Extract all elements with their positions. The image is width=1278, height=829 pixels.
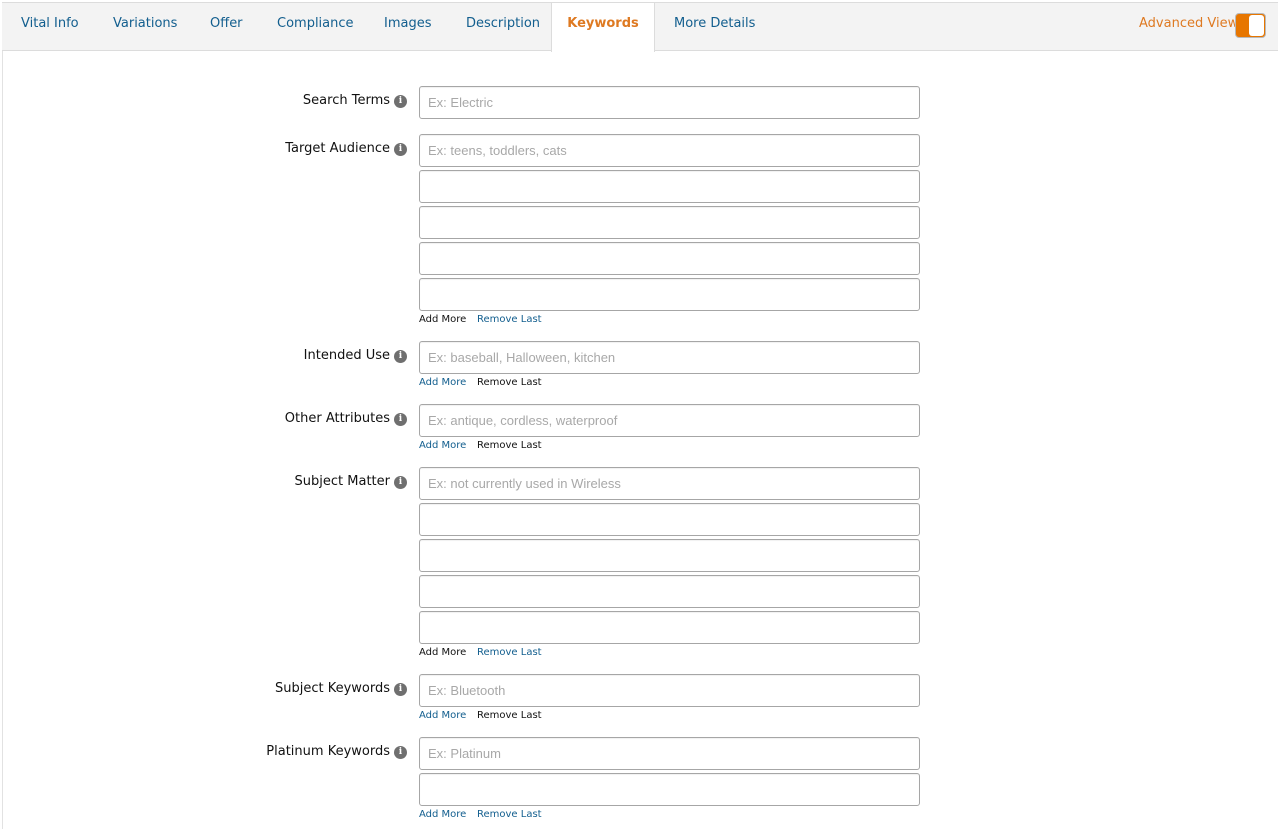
platinum-keywords-label: Platinum Keywords <box>266 744 390 759</box>
subject-matter-input-5[interactable] <box>419 611 920 644</box>
search-terms-label: Search Terms <box>302 93 390 108</box>
intended-use-remove-last[interactable]: Remove Last <box>477 376 542 390</box>
other-attributes-add-more[interactable]: Add More <box>419 439 466 453</box>
other-attributes-remove-last[interactable]: Remove Last <box>477 439 542 453</box>
advanced-view-toggle[interactable] <box>1235 13 1266 38</box>
target-audience-remove-last[interactable]: Remove Last <box>477 313 542 327</box>
subject-keywords-label: Subject Keywords <box>274 681 390 696</box>
tab-variations[interactable]: Variations <box>113 3 177 51</box>
target-audience-input-2[interactable] <box>419 170 920 203</box>
tab-description[interactable]: Description <box>466 3 540 51</box>
subject-keywords-add-more[interactable]: Add More <box>419 709 466 723</box>
subject-matter-add-more[interactable]: Add More <box>419 646 466 660</box>
info-icon[interactable]: i <box>394 746 407 759</box>
tab-bar: Vital Info Variations Offer Compliance I… <box>2 2 1278 52</box>
subject-matter-input-4[interactable] <box>419 575 920 608</box>
intended-use-label: Intended Use <box>303 348 390 363</box>
advanced-view-label: Advanced View <box>1139 16 1239 31</box>
toggle-knob <box>1249 15 1264 36</box>
content-border <box>2 51 3 829</box>
target-audience-input-3[interactable] <box>419 206 920 239</box>
subject-keywords-input[interactable] <box>419 674 920 707</box>
subject-matter-label: Subject Matter <box>294 474 390 489</box>
target-audience-label: Target Audience <box>285 141 390 156</box>
intended-use-add-more[interactable]: Add More <box>419 376 466 390</box>
intended-use-input[interactable] <box>419 341 920 374</box>
tab-keywords[interactable]: Keywords <box>551 3 655 52</box>
subject-matter-remove-last[interactable]: Remove Last <box>477 646 542 660</box>
info-icon[interactable]: i <box>394 683 407 696</box>
tab-compliance[interactable]: Compliance <box>277 3 354 51</box>
subject-matter-input-2[interactable] <box>419 503 920 536</box>
other-attributes-input[interactable] <box>419 404 920 437</box>
target-audience-input-5[interactable] <box>419 278 920 311</box>
info-icon[interactable]: i <box>394 413 407 426</box>
search-terms-input[interactable] <box>419 86 920 119</box>
other-attributes-label: Other Attributes <box>284 411 390 426</box>
tab-vital-info[interactable]: Vital Info <box>21 3 79 51</box>
subject-matter-input-3[interactable] <box>419 539 920 572</box>
keywords-page: Vital Info Variations Offer Compliance I… <box>0 0 1278 829</box>
info-icon[interactable]: i <box>394 143 407 156</box>
info-icon[interactable]: i <box>394 350 407 363</box>
platinum-keywords-input-2[interactable] <box>419 773 920 806</box>
target-audience-add-more[interactable]: Add More <box>419 313 466 327</box>
tab-images[interactable]: Images <box>384 3 432 51</box>
info-icon[interactable]: i <box>394 95 407 108</box>
platinum-keywords-input-1[interactable] <box>419 737 920 770</box>
platinum-keywords-remove-last[interactable]: Remove Last <box>477 808 542 822</box>
tab-more-details[interactable]: More Details <box>674 3 755 51</box>
tab-offer[interactable]: Offer <box>210 3 243 51</box>
target-audience-input-1[interactable] <box>419 134 920 167</box>
subject-matter-input-1[interactable] <box>419 467 920 500</box>
info-icon[interactable]: i <box>394 476 407 489</box>
platinum-keywords-add-more[interactable]: Add More <box>419 808 466 822</box>
subject-keywords-remove-last[interactable]: Remove Last <box>477 709 542 723</box>
target-audience-input-4[interactable] <box>419 242 920 275</box>
